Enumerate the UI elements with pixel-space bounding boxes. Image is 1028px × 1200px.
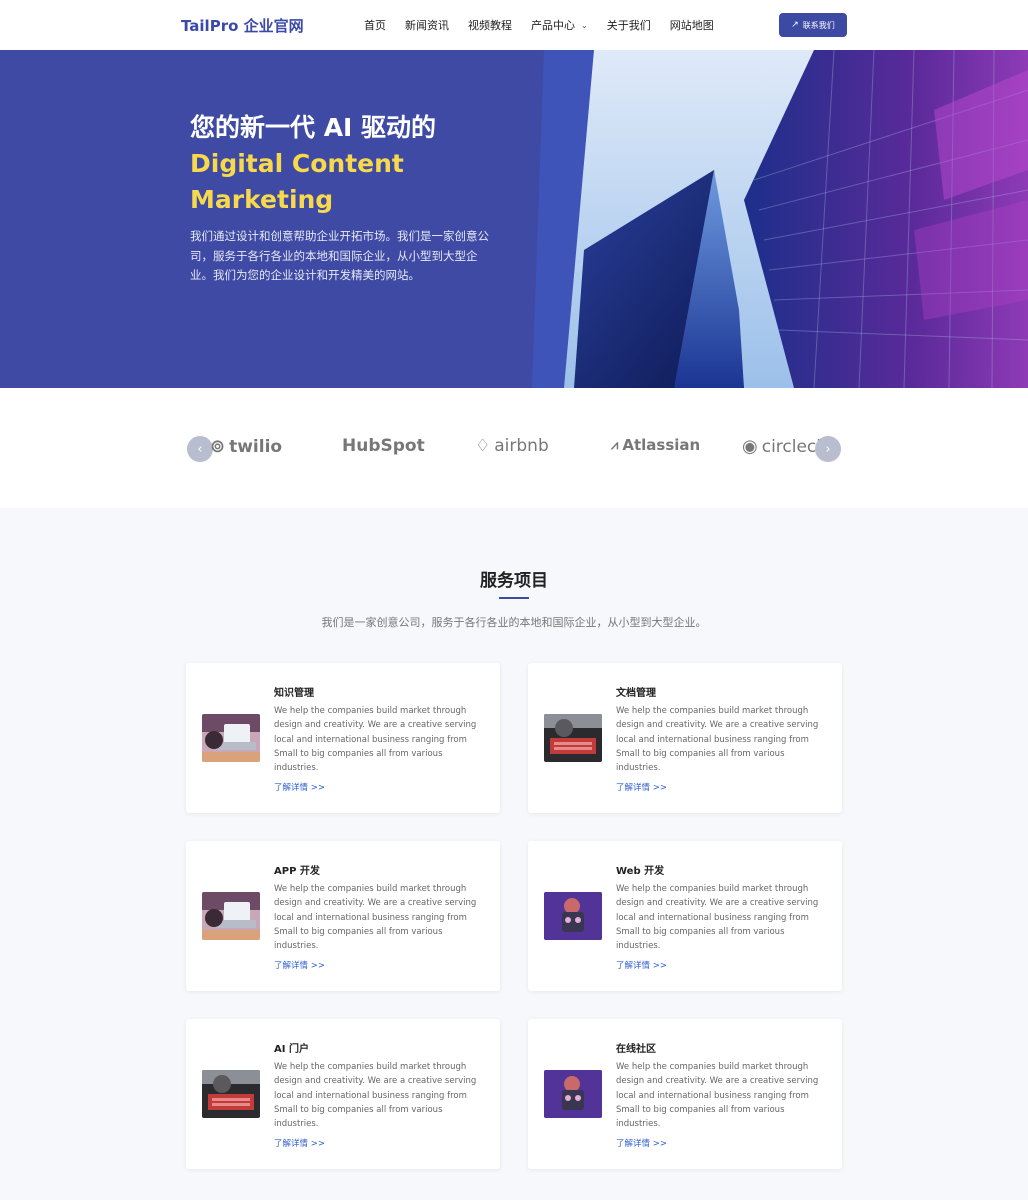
site-header: TailPro 企业官网 首页 新闻资讯 视频教程 产品中心 ⌄ 关于我们 网站地…: [0, 0, 1028, 50]
arrow-up-right-icon: ↗: [791, 20, 799, 30]
learn-more-link[interactable]: 了解详情 >>: [616, 959, 667, 971]
atlassian-icon: ⩘: [611, 437, 619, 453]
main-nav: 首页 新闻资讯 视频教程 产品中心 ⌄ 关于我们 网站地图: [364, 17, 733, 33]
service-card: AI 门户 We help the companies build market…: [186, 1019, 500, 1169]
service-card: 在线社区 We help the companies build market …: [528, 1019, 842, 1169]
twilio-icon: ⊚: [210, 436, 226, 457]
learn-more-link[interactable]: 了解详情 >>: [274, 1137, 325, 1149]
hero-description: 我们通过设计和创意帮助企业开拓市场。我们是一家创意公司，服务于各行各业的本地和国…: [190, 229, 489, 282]
partner-logo-atlassian: ⩘ Atlassian: [611, 436, 701, 454]
hero-section: 您的新一代 AI 驱动的 Digital Content Marketing 我…: [0, 50, 1028, 388]
learn-more-link[interactable]: 了解详情 >>: [274, 781, 325, 793]
hero-text-panel: 您的新一代 AI 驱动的 Digital Content Marketing 我…: [0, 50, 514, 388]
service-card: APP 开发 We help the companies build marke…: [186, 841, 500, 991]
nav-home[interactable]: 首页: [364, 17, 386, 33]
partner-logo-circleci: ◉ circleci: [742, 436, 822, 457]
hero-image: [514, 50, 1028, 388]
airbnb-icon: ♢: [475, 436, 491, 456]
partner-logo-twilio: ⊚ twilio: [210, 436, 283, 457]
nav-sitemap[interactable]: 网站地图: [670, 17, 714, 33]
learn-more-link[interactable]: 了解详情 >>: [616, 1137, 667, 1149]
services-title: 服务项目: [480, 571, 548, 591]
service-card: Web 开发 We help the companies build marke…: [528, 841, 842, 991]
skyscraper-illustration: [514, 50, 1028, 388]
service-image-laptop: [202, 714, 260, 762]
partner-logo-airbnb: ♢ airbnb: [475, 436, 549, 456]
service-image-keyboard: [202, 1070, 260, 1118]
service-image-keyboard: [544, 714, 602, 762]
services-subtitle: 我们是一家创意公司，服务于各行各业的本地和国际企业，从小型到大型企业。: [321, 616, 707, 629]
chevron-down-icon: ⌄: [581, 20, 588, 30]
hero-title-highlight: Digital Content Marketing: [190, 149, 404, 214]
service-image-laptop: [202, 892, 260, 940]
service-card: 知识管理 We help the companies build market …: [186, 663, 500, 813]
circleci-icon: ◉: [742, 436, 758, 457]
service-image-robot: [544, 892, 602, 940]
site-logo[interactable]: TailPro 企业官网: [181, 15, 304, 36]
service-card: 文档管理 We help the companies build market …: [528, 663, 842, 813]
nav-about[interactable]: 关于我们: [607, 17, 651, 33]
hero-title: 您的新一代 AI 驱动的 Digital Content Marketing: [190, 110, 500, 218]
partner-logo-hubspot: HubSpot: [342, 436, 425, 456]
nav-videos[interactable]: 视频教程: [468, 17, 512, 33]
nav-products[interactable]: 产品中心 ⌄: [531, 17, 588, 33]
carousel-next-button[interactable]: ›: [815, 436, 841, 462]
partner-logos-strip: ‹ ⊚ twilio HubSpot ♢ airbnb ⩘ Atlassian ◉ ci…: [0, 388, 1028, 508]
contact-button[interactable]: ↗ 联系我们: [779, 13, 847, 37]
learn-more-link[interactable]: 了解详情 >>: [616, 781, 667, 793]
learn-more-link[interactable]: 了解详情 >>: [274, 959, 325, 971]
services-section: 服务项目 我们是一家创意公司，服务于各行各业的本地和国际企业，从小型到大型企业。…: [0, 508, 1028, 1200]
service-image-robot: [544, 1070, 602, 1118]
title-underline: [499, 597, 529, 599]
nav-news[interactable]: 新闻资讯: [405, 17, 449, 33]
